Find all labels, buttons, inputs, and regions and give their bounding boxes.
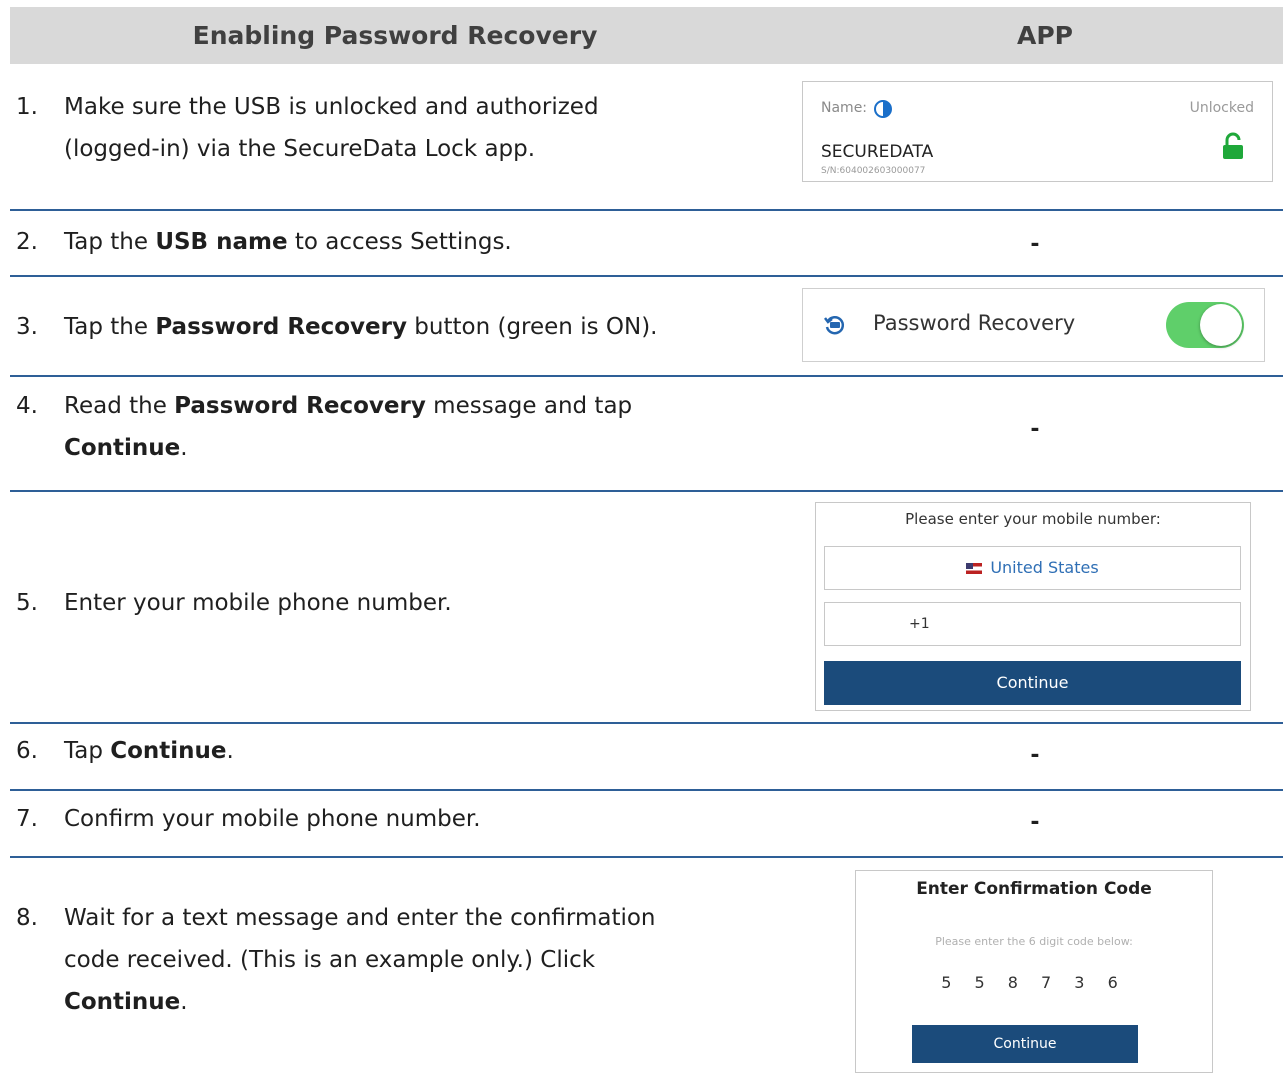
step-4-dash: - xyxy=(1030,417,1040,442)
device-name-label: Name: xyxy=(821,100,868,116)
device-name[interactable]: SECUREDATA xyxy=(821,142,933,162)
step-2-pre: Tap the xyxy=(64,229,156,255)
mobile-number-prompt: Please enter your mobile number: xyxy=(905,510,1161,528)
password-recovery-setting: Password Recovery xyxy=(802,288,1265,362)
step-4-line2-post: . xyxy=(180,435,188,461)
step-6-bold: Continue xyxy=(110,738,227,764)
step-6-pre: Tap xyxy=(64,738,111,764)
step-4-post: message and tap xyxy=(425,393,633,419)
device-status: Unlocked xyxy=(1189,100,1254,116)
step-8-line3-post: . xyxy=(180,989,188,1015)
step-8-line2: code received. (This is an example only.… xyxy=(64,947,596,973)
step-2-dash: - xyxy=(1030,232,1040,257)
app-device-card: Name: Unlocked SECUREDATA S/N:6040026030… xyxy=(802,81,1273,182)
mobile-number-form: Please enter your mobile number: United … xyxy=(815,502,1251,711)
step-3-post: button (green is ON). xyxy=(407,314,658,340)
step-1-line1: Make sure the USB is unlocked and author… xyxy=(64,94,599,120)
step-5-text: Enter your mobile phone number. xyxy=(64,590,452,616)
confirmation-title: Enter Confirmation Code xyxy=(916,879,1152,899)
step-1-line2: (logged-in) via the SecureData Lock app. xyxy=(64,136,536,162)
continue-button[interactable]: Continue xyxy=(824,661,1241,705)
row-divider xyxy=(10,789,1283,791)
unlocked-lock-icon xyxy=(1223,132,1243,159)
us-flag-icon xyxy=(966,563,983,574)
password-recovery-label: Password Recovery xyxy=(873,311,1076,335)
step-7-dash: - xyxy=(1030,810,1040,835)
row-divider xyxy=(10,275,1283,277)
step-4-line1: Read the Password Recovery message and t… xyxy=(64,385,764,427)
step-4-bold: Password Recovery xyxy=(174,393,426,419)
step-6-number: 6. xyxy=(16,738,38,764)
step-6-text: Tap Continue. xyxy=(64,730,764,772)
step-1-text: Make sure the USB is unlocked and author… xyxy=(64,86,764,170)
step-8-line3: Continue. xyxy=(64,981,764,1023)
toggle-knob xyxy=(1200,304,1242,346)
step-8-line3-bold: Continue xyxy=(64,989,181,1015)
step-2-number: 2. xyxy=(16,229,38,255)
country-value: United States xyxy=(990,558,1099,577)
step-5-number: 5. xyxy=(16,590,38,616)
device-name-icon xyxy=(874,100,892,118)
step-8-line1: Wait for a text message and enter the co… xyxy=(64,905,656,931)
step-2-post: to access Settings. xyxy=(287,229,512,255)
step-2-bold: USB name xyxy=(155,229,288,255)
row-divider xyxy=(10,490,1283,492)
country-select[interactable]: United States xyxy=(824,546,1241,590)
step-4-number: 4. xyxy=(16,393,38,419)
row-divider xyxy=(10,209,1283,211)
step-7-number: 7. xyxy=(16,806,38,832)
continue-button[interactable]: Continue xyxy=(912,1025,1138,1063)
table-header: Enabling Password Recovery APP xyxy=(10,7,1283,64)
step-4-line2: Continue. xyxy=(64,427,764,469)
step-6-post: . xyxy=(226,738,234,764)
step-3-text: Tap the Password Recovery button (green … xyxy=(64,306,764,348)
row-divider xyxy=(10,856,1283,858)
device-serial: S/N:604002603000077 xyxy=(821,166,926,176)
step-4-text: Read the Password Recovery message and t… xyxy=(64,385,764,469)
step-8-number: 8. xyxy=(16,905,38,931)
step-1-number: 1. xyxy=(16,94,38,120)
confirmation-code-dialog: Enter Confirmation Code Please enter the… xyxy=(855,870,1213,1073)
step-3-bold: Password Recovery xyxy=(155,314,407,340)
step-4-line2-bold: Continue xyxy=(64,435,181,461)
step-4-pre: Read the xyxy=(64,393,175,419)
step-2-text: Tap the USB name to access Settings. xyxy=(64,221,764,263)
step-7-text: Confirm your mobile phone number. xyxy=(64,806,481,832)
step-3-pre: Tap the xyxy=(64,314,156,340)
confirmation-code[interactable]: 5 5 8 7 3 6 xyxy=(856,973,1212,992)
header-app: APP xyxy=(1017,21,1073,50)
header-title: Enabling Password Recovery xyxy=(192,21,598,50)
row-divider xyxy=(10,722,1283,724)
step-6-dash: - xyxy=(1030,743,1040,768)
step-3-number: 3. xyxy=(16,314,38,340)
password-recovery-icon xyxy=(824,316,845,335)
row-divider xyxy=(10,375,1283,377)
confirmation-subtitle: Please enter the 6 digit code below: xyxy=(935,935,1133,948)
phone-input[interactable]: +1 xyxy=(824,602,1241,646)
password-recovery-toggle[interactable] xyxy=(1166,302,1244,348)
step-8-text: Wait for a text message and enter the co… xyxy=(64,897,764,1023)
